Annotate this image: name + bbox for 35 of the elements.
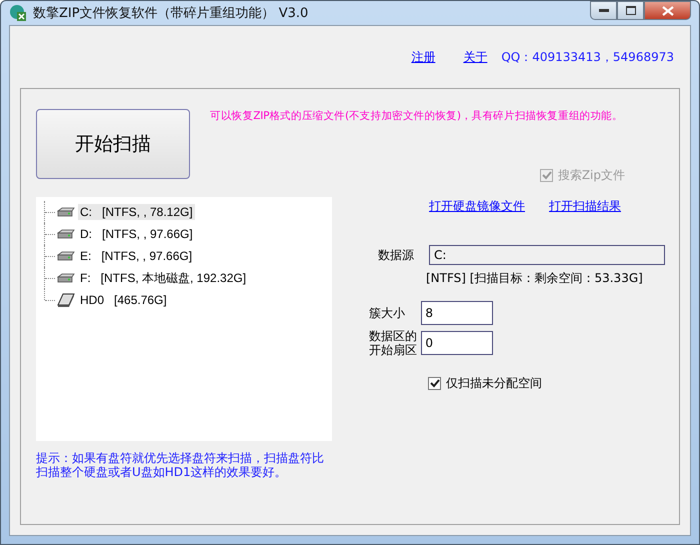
app-icon: [9, 4, 27, 22]
header-link[interactable]: 注册: [411, 48, 436, 66]
close-icon: [662, 6, 674, 16]
field-label: 簇大小: [369, 306, 406, 320]
tree-item[interactable]: F: [NTFS, 本地磁盘, 192.32G]: [78, 268, 248, 288]
open-link[interactable]: 打开硬盘镜像文件: [429, 198, 525, 215]
description-text: 可以恢复ZIP格式的压缩文件(不支持加密文件的恢复)，具有碎片扫描恢复重组的功能。: [210, 109, 624, 123]
drive-icon: [57, 272, 75, 284]
hint-text: 提示：如果有盘符就优先选择盘符来扫描，扫描盘符比扫描整个硬盘或者U盘如HD1这样的效果要好。: [36, 451, 325, 479]
drive-icon: [57, 228, 75, 240]
minimize-button[interactable]: [590, 1, 617, 20]
drive-icon: [57, 206, 75, 218]
input-field[interactable]: 0: [421, 331, 494, 355]
close-button[interactable]: [644, 1, 691, 20]
tree-item[interactable]: D: [NTFS, , 97.66G]: [78, 226, 195, 242]
tree-item[interactable]: C: [NTFS, , 78.12G]: [78, 204, 195, 220]
contact-text: QQ：409133413，54968973: [501, 48, 674, 66]
field-label: 数据区的开始扇区: [369, 329, 418, 357]
tree-item[interactable]: HD0 [465.76G]: [78, 292, 169, 308]
input-field[interactable]: 8: [421, 301, 494, 325]
checkbox-square[interactable]: [428, 377, 441, 390]
header-link[interactable]: 关于: [463, 48, 488, 66]
tree-item[interactable]: E: [NTFS, , 97.66G]: [78, 248, 194, 264]
filesystem-info-text: [NTFS] [扫描目标：剩余空间：53.33G]: [426, 270, 644, 287]
open-link[interactable]: 打开扫描结果: [549, 198, 621, 215]
drive-icon: [57, 250, 75, 262]
maximize-icon: [626, 6, 636, 15]
unallocated-only-checkbox[interactable]: 仅扫描未分配空间: [428, 375, 665, 392]
start-scan-button[interactable]: 开始扫描: [36, 109, 190, 179]
minimize-icon: [598, 8, 608, 12]
field-label: 数据源: [378, 246, 414, 264]
data-source-field[interactable]: C:: [429, 245, 665, 265]
maximize-button[interactable]: [617, 1, 644, 20]
window-title: 数擎ZIP文件恢复软件（带碎片重组功能） V3.0: [33, 5, 308, 22]
hard-disk-icon: [57, 293, 75, 307]
